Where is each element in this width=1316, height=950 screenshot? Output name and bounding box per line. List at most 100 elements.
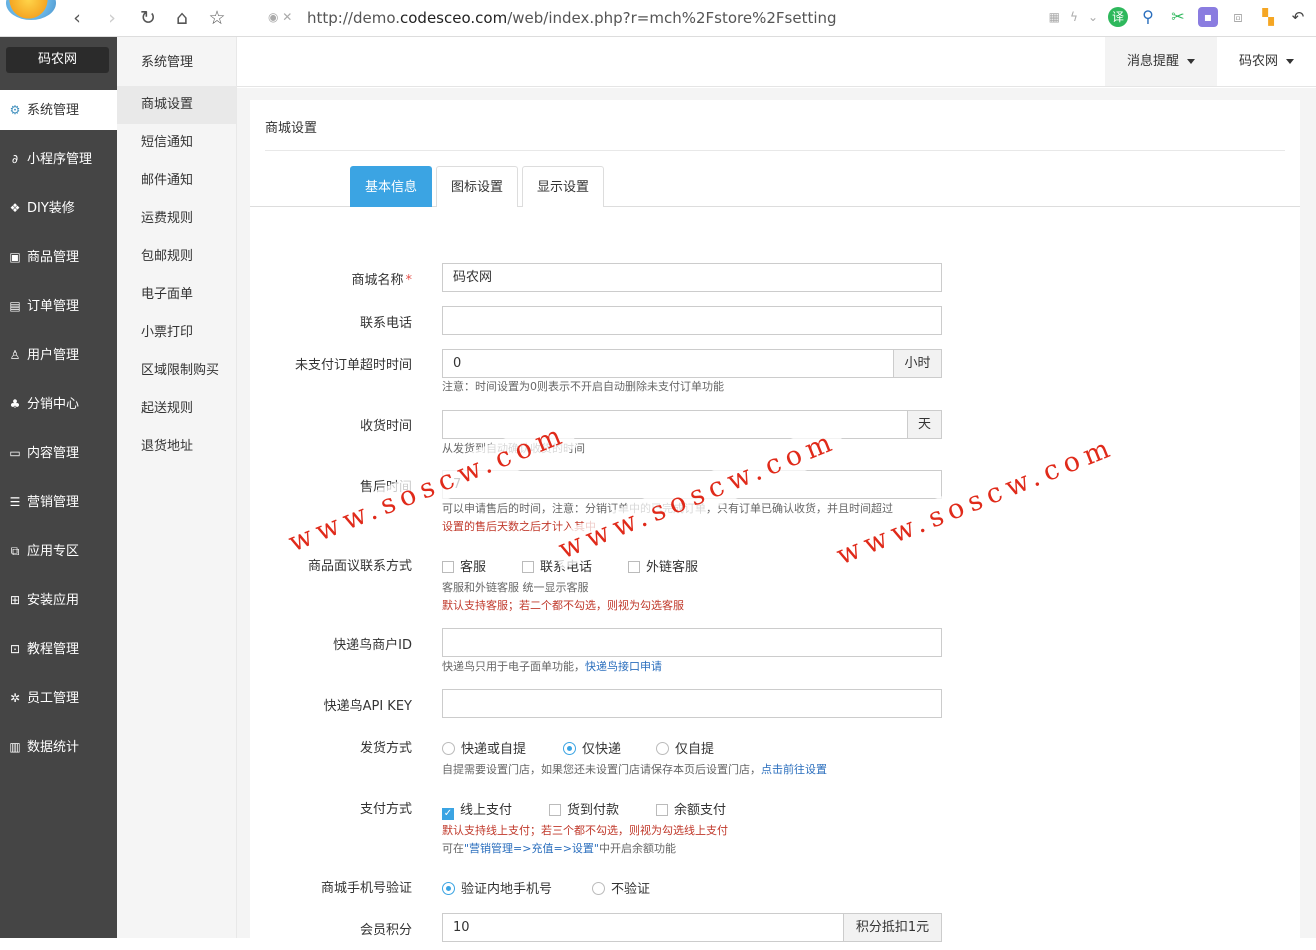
- contact-phone-label: 联系电话: [359, 316, 412, 331]
- tab-display-settings[interactable]: 显示设置: [522, 166, 605, 207]
- payment-option-cod[interactable]: 货到付款: [549, 799, 619, 818]
- delivery-option-pickup[interactable]: 仅自提: [656, 738, 714, 757]
- subnav-item[interactable]: 商城设置: [117, 86, 236, 124]
- caret-down-icon: [1286, 59, 1294, 64]
- payment-option-online[interactable]: ✓ 线上支付: [442, 799, 512, 820]
- sidebar-item-label: 数据统计: [27, 740, 80, 755]
- kdn-id-input[interactable]: [442, 628, 942, 657]
- sidebar-item-label: 分销中心: [27, 397, 80, 412]
- sidebar-item[interactable]: ▭ 内容管理: [0, 433, 117, 473]
- translate-icon[interactable]: 译: [1108, 7, 1128, 27]
- subnav-title: 系统管理: [141, 55, 194, 70]
- brand-logo[interactable]: 码农网: [6, 47, 109, 73]
- book-icon: ⊡: [9, 642, 21, 656]
- subnav-item[interactable]: 区域限制购买: [117, 352, 236, 390]
- checkbox-checked[interactable]: ✓: [442, 808, 454, 820]
- recharge-settings-link[interactable]: "营销管理=>充值=>设置": [464, 842, 599, 855]
- user-dropdown[interactable]: 码农网: [1217, 37, 1316, 86]
- sidebar-item[interactable]: ▤ 订单管理: [0, 286, 117, 326]
- home-icon[interactable]: ⌂: [171, 7, 193, 29]
- sidebar-item-label: 应用专区: [27, 544, 80, 559]
- radio-selected[interactable]: [563, 742, 576, 755]
- subnav-item[interactable]: 起送规则: [117, 390, 236, 428]
- radio[interactable]: [592, 882, 605, 895]
- radio[interactable]: [442, 742, 455, 755]
- extension-icon[interactable]: ▪: [1198, 7, 1218, 27]
- browser-logo-icon: [6, 0, 56, 20]
- sidebar-item[interactable]: ✲ 员工管理: [0, 678, 117, 718]
- scissors-icon[interactable]: ✂: [1168, 7, 1188, 27]
- screenshot-icon[interactable]: ⧈: [1228, 7, 1248, 27]
- payment-hint: 可在"营销管理=>充值=>设置"中开启余额功能: [442, 842, 676, 855]
- address-bar[interactable]: http://demo.codesceo.com/web/index.php?r…: [307, 9, 837, 27]
- sub-navigation: 系统管理 商城设置 短信通知 邮件通知 运费规则 包邮规则 电子面单 小票打印 区域限制购买起…: [117, 37, 237, 938]
- checkbox[interactable]: [549, 804, 561, 816]
- sidebar-item[interactable]: ♣ 分销中心: [0, 384, 117, 424]
- sidebar-item[interactable]: ☰ 营销管理: [0, 482, 117, 522]
- payment-option-balance[interactable]: 余额支付: [656, 799, 726, 818]
- subnav-item[interactable]: 短信通知: [117, 124, 236, 162]
- browser-toolbar: ‹ › ↻ ⌂ ☆ ◉ ✕ http://demo.codesceo.com/w…: [0, 0, 1316, 37]
- subnav-item[interactable]: 退货地址: [117, 428, 236, 466]
- lightning-icon[interactable]: ϟ: [1070, 10, 1078, 24]
- radio-selected[interactable]: [442, 882, 455, 895]
- sidebar-item[interactable]: ❖ DIY装修: [0, 188, 117, 228]
- chevron-down-icon[interactable]: ⌄: [1088, 10, 1098, 24]
- store-settings-link[interactable]: 点击前往设置: [761, 763, 827, 776]
- settings-panel: 商城设置 基本信息 图标设置 显示设置 商城名称 * 码农网 联系电话 未支付订单…: [250, 100, 1300, 950]
- sidebar-item-label: 营销管理: [27, 495, 80, 510]
- caret-down-icon: [1187, 59, 1195, 64]
- days-unit: 天: [907, 410, 942, 439]
- bag-icon: ▣: [9, 250, 21, 264]
- sidebar-item-label: 订单管理: [27, 299, 80, 314]
- reload-icon[interactable]: ↻: [137, 7, 159, 29]
- sidebar-item-label: 商品管理: [27, 250, 80, 265]
- sidebar-item[interactable]: ∂ 小程序管理: [0, 139, 117, 179]
- apps-icon[interactable]: ▚: [1258, 7, 1278, 27]
- unpaid-timeout-input[interactable]: 0: [442, 349, 894, 378]
- subnav-item[interactable]: 电子面单: [117, 276, 236, 314]
- tab-basic-info[interactable]: 基本信息: [350, 166, 433, 207]
- kdn-apply-link[interactable]: 快递鸟接口申请: [585, 660, 662, 673]
- sidebar-item[interactable]: ⊡ 教程管理: [0, 629, 117, 669]
- store-name-input[interactable]: 码农网: [442, 263, 942, 292]
- sidebar-item[interactable]: ⧉ 应用专区: [0, 531, 117, 571]
- forward-icon[interactable]: ›: [101, 7, 123, 29]
- checkbox[interactable]: [442, 561, 454, 573]
- subnav-item[interactable]: 包邮规则: [117, 238, 236, 276]
- panel-title: 商城设置: [265, 121, 318, 136]
- contact-phone-input[interactable]: [442, 306, 942, 335]
- sidebar-item[interactable]: ⊞ 安装应用: [0, 580, 117, 620]
- search-icon[interactable]: ⚲: [1138, 7, 1158, 27]
- bookmark-star-icon[interactable]: ☆: [206, 7, 228, 29]
- kdn-key-input[interactable]: [442, 689, 942, 718]
- sidebar-item[interactable]: ▥ 数据统计: [0, 727, 117, 767]
- grid-icon[interactable]: ▦: [1049, 10, 1060, 24]
- cog-icon: ✲: [9, 691, 21, 705]
- phone-verify-option-mainland[interactable]: 验证内地手机号: [442, 878, 552, 897]
- phone-verify-option-none[interactable]: 不验证: [592, 878, 650, 897]
- grid-icon: ⊞: [9, 593, 21, 607]
- sidebar-item-label: 用户管理: [27, 348, 80, 363]
- back-icon[interactable]: ‹: [66, 7, 88, 29]
- sidebar-item[interactable]: ⚙ 系统管理: [0, 90, 117, 130]
- diy-icon: ❖: [9, 201, 21, 215]
- sidebar-item[interactable]: ♙ 用户管理: [0, 335, 117, 375]
- checkbox[interactable]: [628, 561, 640, 573]
- messages-dropdown[interactable]: 消息提醒: [1104, 37, 1217, 86]
- undo-icon[interactable]: ↶: [1288, 7, 1308, 27]
- contact-method-label: 商品面议联系方式: [307, 559, 412, 574]
- contact-option-external[interactable]: 外链客服: [628, 556, 698, 575]
- subnav-item[interactable]: 小票打印: [117, 314, 236, 352]
- subnav-item[interactable]: 邮件通知: [117, 162, 236, 200]
- radio[interactable]: [656, 742, 669, 755]
- delivery-option-both[interactable]: 快递或自提: [442, 738, 526, 757]
- checkbox[interactable]: [656, 804, 668, 816]
- tab-icon-settings[interactable]: 图标设置: [436, 166, 519, 207]
- sidebar-item[interactable]: ▣ 商品管理: [0, 237, 117, 277]
- content-icon: ▭: [9, 446, 21, 460]
- checkbox[interactable]: [522, 561, 534, 573]
- contact-option-service[interactable]: 客服: [442, 556, 486, 575]
- delivery-option-express[interactable]: 仅快递: [563, 738, 621, 757]
- subnav-item[interactable]: 运费规则: [117, 200, 236, 238]
